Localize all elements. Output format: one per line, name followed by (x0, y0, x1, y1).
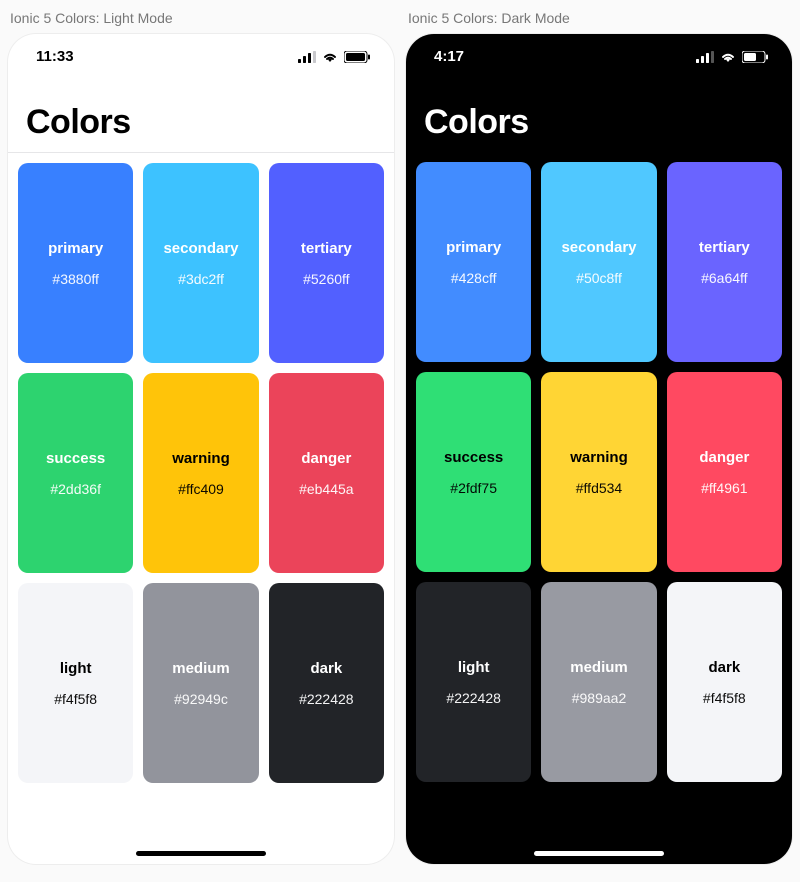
color-grid: primary #428cff secondary #50c8ff tertiary… (406, 152, 792, 792)
swatch-name: danger (699, 449, 749, 466)
swatch-hex: #3880ff (52, 271, 98, 287)
swatch-medium[interactable]: medium #92949c (143, 583, 258, 783)
status-right (696, 51, 768, 63)
swatch-warning[interactable]: warning #ffd534 (541, 372, 656, 572)
swatch-name: primary (446, 239, 501, 256)
swatch-dark[interactable]: dark #222428 (269, 583, 384, 783)
status-time: 4:17 (434, 48, 464, 65)
swatch-name: light (458, 659, 490, 676)
color-grid: primary #3880ff secondary #3dc2ff tertiary… (8, 153, 394, 793)
swatch-light[interactable]: light #f4f5f8 (18, 583, 133, 783)
pane-light-label: Ionic 5 Colors: Light Mode (10, 10, 394, 26)
swatch-hex: #222428 (299, 691, 354, 707)
swatch-hex: #3dc2ff (178, 271, 224, 287)
swatch-hex: #222428 (446, 690, 501, 706)
swatch-hex: #989aa2 (572, 690, 627, 706)
comparison-wrap: Ionic 5 Colors: Light Mode 11:33 Colors … (0, 0, 800, 872)
home-indicator[interactable] (136, 851, 266, 856)
swatch-hex: #6a64ff (701, 270, 747, 286)
swatch-success[interactable]: success #2fdf75 (416, 372, 531, 572)
wifi-icon (322, 51, 338, 63)
phone-dark: 4:17 Colors primary #428cff secondary #50c… (406, 34, 792, 864)
page-header: Colors (406, 69, 792, 152)
swatch-dark[interactable]: dark #f4f5f8 (667, 582, 782, 782)
swatch-tertiary[interactable]: tertiary #6a64ff (667, 162, 782, 362)
swatch-hex: #f4f5f8 (703, 690, 746, 706)
status-bar: 4:17 (406, 34, 792, 69)
swatch-danger[interactable]: danger #eb445a (269, 373, 384, 573)
status-right (298, 51, 370, 63)
swatch-name: warning (172, 450, 230, 467)
swatch-success[interactable]: success #2dd36f (18, 373, 133, 573)
swatch-hex: #eb445a (299, 481, 354, 497)
battery-icon (742, 51, 768, 63)
swatch-danger[interactable]: danger #ff4961 (667, 372, 782, 572)
swatch-hex: #5260ff (303, 271, 349, 287)
status-time: 11:33 (36, 48, 74, 65)
swatch-hex: #50c8ff (576, 270, 622, 286)
wifi-icon (720, 51, 736, 63)
swatch-hex: #2fdf75 (450, 480, 497, 496)
swatch-name: medium (570, 659, 628, 676)
swatch-tertiary[interactable]: tertiary #5260ff (269, 163, 384, 363)
swatch-name: warning (570, 449, 628, 466)
swatch-name: dark (310, 660, 342, 677)
swatch-name: success (46, 450, 105, 467)
cellular-icon (696, 51, 714, 63)
swatch-hex: #92949c (174, 691, 228, 707)
cellular-icon (298, 51, 316, 63)
swatch-hex: #f4f5f8 (54, 691, 97, 707)
page-header: Colors (8, 69, 394, 152)
swatch-light[interactable]: light #222428 (416, 582, 531, 782)
phone-light: 11:33 Colors primary #3880ff secondary #3d… (8, 34, 394, 864)
status-bar: 11:33 (8, 34, 394, 69)
pane-dark-label: Ionic 5 Colors: Dark Mode (408, 10, 792, 26)
swatch-name: secondary (163, 240, 238, 257)
swatch-name: dark (708, 659, 740, 676)
swatch-primary[interactable]: primary #428cff (416, 162, 531, 362)
swatch-primary[interactable]: primary #3880ff (18, 163, 133, 363)
swatch-hex: #428cff (451, 270, 497, 286)
swatch-warning[interactable]: warning #ffc409 (143, 373, 258, 573)
swatch-medium[interactable]: medium #989aa2 (541, 582, 656, 782)
swatch-secondary[interactable]: secondary #50c8ff (541, 162, 656, 362)
swatch-hex: #2dd36f (50, 481, 101, 497)
swatch-hex: #ffd534 (576, 480, 622, 496)
page-title: Colors (424, 103, 774, 142)
home-indicator[interactable] (534, 851, 664, 856)
swatch-name: success (444, 449, 503, 466)
pane-light: Ionic 5 Colors: Light Mode 11:33 Colors … (8, 8, 394, 864)
page-title: Colors (26, 103, 376, 142)
battery-icon (344, 51, 370, 63)
swatch-name: secondary (561, 239, 636, 256)
swatch-name: primary (48, 240, 103, 257)
swatch-secondary[interactable]: secondary #3dc2ff (143, 163, 258, 363)
swatch-name: danger (301, 450, 351, 467)
swatch-name: medium (172, 660, 230, 677)
pane-dark: Ionic 5 Colors: Dark Mode 4:17 Colors pr… (406, 8, 792, 864)
swatch-hex: #ffc409 (178, 481, 224, 497)
swatch-hex: #ff4961 (701, 480, 747, 496)
swatch-name: light (60, 660, 92, 677)
swatch-name: tertiary (301, 240, 352, 257)
swatch-name: tertiary (699, 239, 750, 256)
